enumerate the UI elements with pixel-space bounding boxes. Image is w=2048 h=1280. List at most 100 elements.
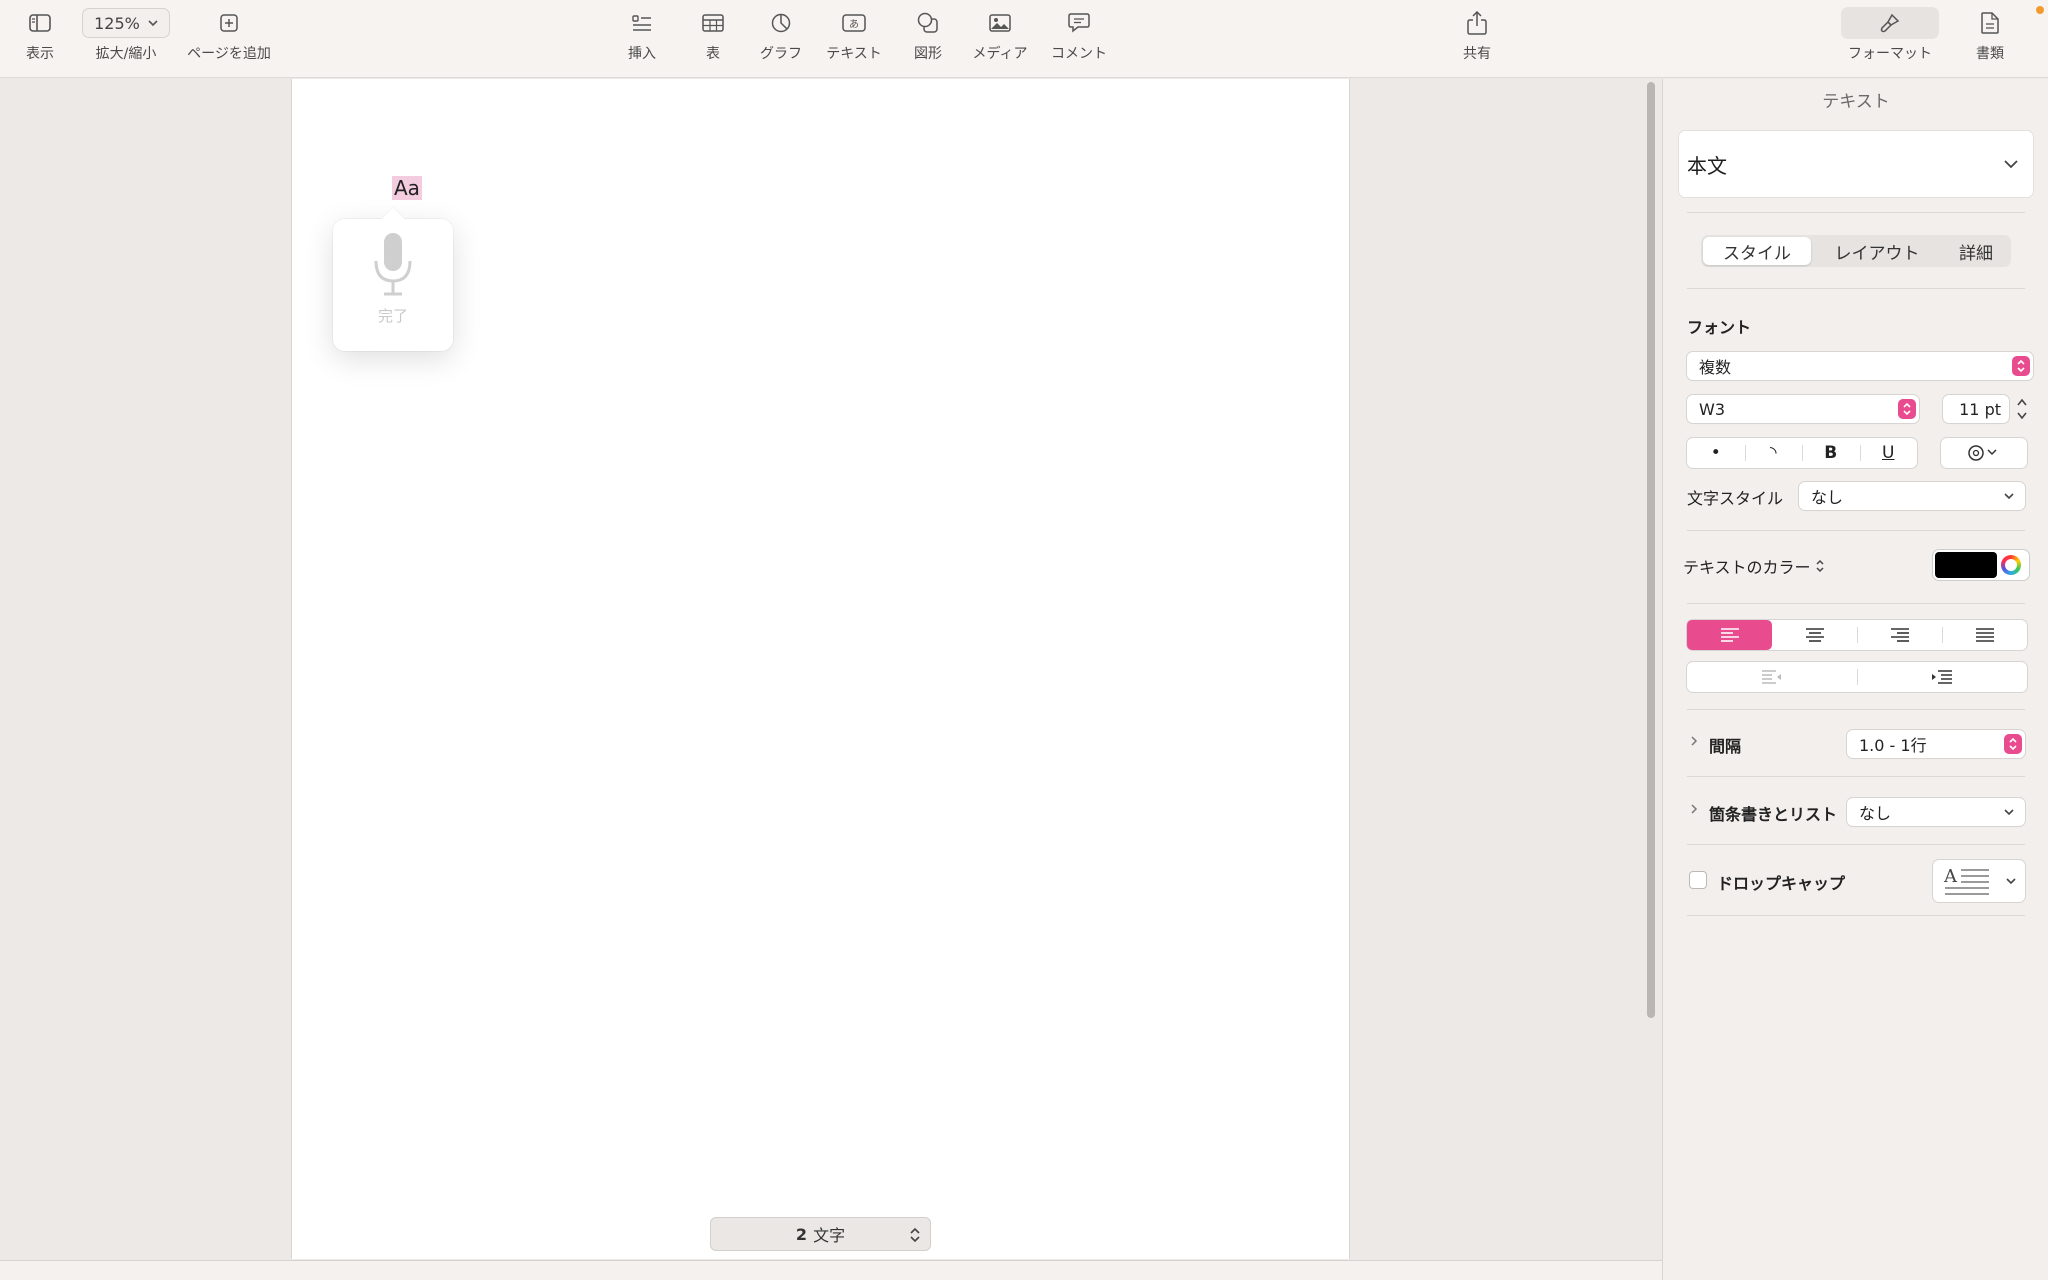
dictation-popover: 完了 xyxy=(333,207,453,351)
add-page-button[interactable]: ページを追加 xyxy=(184,0,274,78)
zoom-label: 拡大/縮小 xyxy=(95,46,157,62)
tab-details[interactable]: 詳細 xyxy=(1943,237,2009,265)
shape-button[interactable]: 図形 xyxy=(910,0,946,78)
divider xyxy=(1687,530,2025,531)
align-right-icon xyxy=(1890,628,1909,642)
table-button[interactable]: 表 xyxy=(698,0,728,78)
view-label: 表示 xyxy=(26,46,54,62)
indent-buttons xyxy=(1687,662,2027,692)
color-swatch[interactable] xyxy=(1935,552,1997,578)
comment-icon xyxy=(1068,0,1090,46)
document-page[interactable]: Aa 完了 xyxy=(291,79,1350,1259)
divider xyxy=(1687,212,2025,213)
paintbrush-icon xyxy=(1841,7,1939,39)
align-center-button[interactable] xyxy=(1772,620,1857,650)
font-heading: フォント xyxy=(1687,318,1752,337)
zoom-popup[interactable]: 125% xyxy=(82,8,170,38)
chart-pie-icon xyxy=(771,0,791,46)
shapes-icon xyxy=(917,0,939,46)
dictation-done-button[interactable]: 完了 xyxy=(378,305,408,326)
chart-button[interactable]: グラフ xyxy=(756,0,806,78)
font-size-stepper-icon[interactable] xyxy=(2015,395,2029,423)
bullet-style-button[interactable]: • xyxy=(1687,438,1745,468)
dropcap-style-popup[interactable]: A xyxy=(1933,860,2025,902)
comment-button[interactable]: コメント xyxy=(1050,0,1108,78)
chart-label: グラフ xyxy=(760,46,802,62)
underline-button[interactable]: U xyxy=(1859,438,1918,468)
divider xyxy=(1687,776,2025,777)
bullets-popup[interactable]: なし xyxy=(1847,798,2025,826)
spacing-label[interactable]: 間隔 xyxy=(1709,733,1741,757)
dropcap-checkbox[interactable] xyxy=(1689,871,1707,889)
align-center-icon xyxy=(1805,628,1824,642)
scroll-thumb[interactable] xyxy=(1647,82,1655,1018)
disclosure-chevron-icon[interactable] xyxy=(1689,802,1699,816)
alignment-buttons xyxy=(1687,620,2027,650)
document-button[interactable]: 書類 xyxy=(1972,0,2008,78)
color-wheel-icon[interactable] xyxy=(2001,555,2021,575)
align-right-button[interactable] xyxy=(1857,620,1942,650)
insert-label: 挿入 xyxy=(628,46,656,62)
bold-button[interactable]: B xyxy=(1802,438,1860,468)
toolbar: 表示 125% 拡大/縮小 ページを追加 挿入 表 グラフ あ テキスト 図形 … xyxy=(0,0,2048,78)
zoom-value: 125% xyxy=(94,13,140,33)
divider xyxy=(1687,288,2025,289)
italic-style-button[interactable]: ◝ xyxy=(1744,438,1803,468)
dropcap-label: ドロップキャップ xyxy=(1717,874,1846,893)
chevron-down-icon xyxy=(2006,878,2016,885)
chevron-down-icon xyxy=(2004,493,2014,500)
font-family-popup[interactable]: 複数 xyxy=(1687,352,2033,380)
comment-label: コメント xyxy=(1051,46,1107,62)
paragraph-style-value: 本文 xyxy=(1687,153,1727,178)
share-button[interactable]: 共有 xyxy=(1460,0,1494,78)
document-label: 書類 xyxy=(1976,46,2004,62)
font-size-value: 11 pt xyxy=(1959,399,2001,419)
text-color-label-row[interactable]: テキストのカラー xyxy=(1683,554,1825,578)
zoom-control[interactable]: 125% 拡大/縮小 xyxy=(82,0,170,78)
text-color-well[interactable] xyxy=(1933,550,2029,580)
text-options-button[interactable] xyxy=(1941,438,2027,468)
tab-layout[interactable]: レイアウト xyxy=(1811,237,1943,265)
svg-text:あ: あ xyxy=(849,19,859,31)
media-button[interactable]: メディア xyxy=(970,0,1030,78)
decrease-indent-button[interactable] xyxy=(1687,662,1857,692)
vertical-scrollbar[interactable] xyxy=(1643,80,1659,1260)
font-size-field[interactable]: 11 pt xyxy=(1943,395,2009,423)
word-count-popup[interactable]: 2 文字 xyxy=(710,1217,931,1251)
stepper-arrows-icon xyxy=(910,1227,920,1243)
plus-square-icon xyxy=(220,0,238,46)
divider xyxy=(1687,603,2025,604)
align-left-button[interactable] xyxy=(1687,620,1772,650)
bullets-label[interactable]: 箇条書きとリスト xyxy=(1709,801,1837,825)
disclosure-chevron-icon[interactable] xyxy=(1689,734,1699,748)
view-button[interactable]: 表示 xyxy=(16,0,64,78)
char-style-popup[interactable]: なし xyxy=(1799,482,2025,510)
spacing-value: 1.0 - 1行 xyxy=(1859,736,1927,755)
stepper-arrows-icon xyxy=(2012,356,2030,376)
divider xyxy=(1687,844,2025,845)
text-button[interactable]: あ テキスト xyxy=(822,0,886,78)
notification-dot xyxy=(2036,6,2044,14)
inspector-title: テキスト xyxy=(1822,92,1890,112)
spacing-popup[interactable]: 1.0 - 1行 xyxy=(1847,730,2025,758)
word-count-unit: 文字 xyxy=(813,1226,846,1245)
paragraph-style-popup[interactable]: 本文 xyxy=(1679,131,2033,197)
selected-text[interactable]: Aa xyxy=(392,176,422,200)
format-button[interactable]: フォーマット xyxy=(1841,0,1939,78)
tab-style[interactable]: スタイル xyxy=(1703,237,1811,265)
char-style-value: なし xyxy=(1811,488,1844,507)
insert-button[interactable]: 挿入 xyxy=(620,0,664,78)
font-weight-popup[interactable]: W3 xyxy=(1687,395,1919,423)
popover-caret xyxy=(381,207,405,231)
add-page-label: ページを追加 xyxy=(187,46,271,62)
increase-indent-button[interactable] xyxy=(1857,662,2027,692)
text-color-label: テキストのカラー xyxy=(1683,558,1811,577)
align-justify-button[interactable] xyxy=(1942,620,2027,650)
align-justify-icon xyxy=(1975,628,1994,642)
text-label: テキスト xyxy=(826,46,882,62)
photo-icon xyxy=(989,0,1011,46)
horizontal-scroll-area xyxy=(0,1260,1662,1280)
font-style-buttons: • ◝ B U xyxy=(1687,438,1917,468)
microphone-icon[interactable] xyxy=(373,231,413,297)
textbox-icon: あ xyxy=(842,0,866,46)
